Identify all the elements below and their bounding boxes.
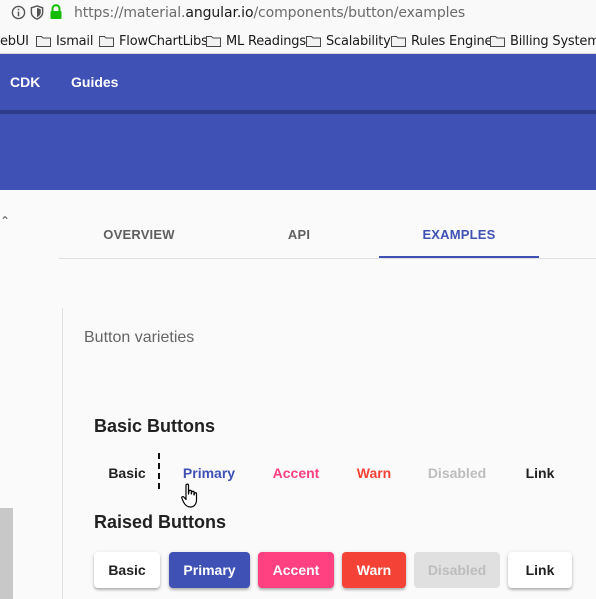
info-icon[interactable] (10, 4, 26, 20)
raised-buttons-heading: Raised Buttons (94, 512, 227, 532)
raised-basic-button[interactable]: Basic (94, 552, 160, 588)
basic-buttons-heading: Basic Buttons (94, 416, 216, 436)
app-toolbar: CDK Guides (0, 54, 596, 110)
bookmark-ml-readings[interactable]: ML Readings (206, 33, 306, 49)
raised-accent-button[interactable]: Accent (258, 552, 334, 588)
bookmark-label: Scalability (326, 33, 391, 49)
example-title: Button varieties (84, 329, 195, 346)
disabled-button: Disabled (427, 465, 487, 481)
bookmark-label: ebUI (0, 33, 29, 49)
tab-bar: OVERVIEW API EXAMPLES (59, 210, 596, 259)
accent-button[interactable]: Accent (258, 455, 334, 491)
bookmark-flowchartlibs[interactable]: FlowChartLibs (99, 33, 208, 49)
bookmark-label: Rules Engine (411, 33, 493, 49)
raised-link-button[interactable]: Link (508, 552, 572, 588)
secure-lock-icon[interactable] (48, 4, 64, 20)
browser-url-bar[interactable]: https://material.angular.io/components/b… (0, 0, 596, 28)
warn-button[interactable]: Warn (342, 455, 406, 491)
bookmarks-bar: ebUI Ismail FlowChartLibs ML Readings Sc… (0, 28, 596, 54)
raised-warn-button[interactable]: Warn (342, 552, 406, 588)
basic-button[interactable]: Basic (94, 455, 160, 491)
focus-outline (158, 453, 160, 489)
folder-icon (306, 36, 321, 47)
bookmark-label: Ismail (56, 33, 94, 49)
folder-icon (206, 36, 221, 47)
raised-disabled-button: Disabled (414, 552, 500, 588)
nav-cdk[interactable]: CDK (10, 74, 40, 90)
url-text[interactable]: https://material.angular.io/components/b… (74, 5, 465, 21)
folder-icon (36, 36, 51, 47)
bookmark-ismail[interactable]: Ismail (36, 33, 93, 49)
tab-examples[interactable]: EXAMPLES (379, 210, 539, 258)
bookmark-ebui[interactable]: ebUI (0, 33, 29, 49)
sidenav-scrollbar[interactable] (0, 508, 13, 599)
tab-api[interactable]: API (219, 210, 379, 258)
page-header-band (0, 114, 596, 190)
folder-icon (99, 36, 114, 47)
url-path: /components/button/examples (253, 5, 466, 21)
active-tab-indicator (379, 256, 539, 258)
nav-guides[interactable]: Guides (71, 74, 118, 90)
bookmark-billing-system[interactable]: Billing System (490, 33, 596, 49)
folder-icon (490, 36, 505, 47)
hand-cursor-icon (181, 483, 198, 508)
tab-overview[interactable]: OVERVIEW (59, 210, 219, 258)
chevron-up-icon[interactable]: ⌃ (0, 214, 10, 228)
url-prefix: https://material. (74, 5, 186, 21)
bookmark-label: FlowChartLibs (119, 33, 208, 49)
url-host: angular.io (185, 5, 254, 21)
tracking-shield-icon[interactable] (29, 4, 45, 20)
raised-primary-button[interactable]: Primary (169, 552, 250, 588)
folder-icon (391, 36, 406, 47)
link-button[interactable]: Link (508, 455, 572, 491)
bookmark-label: Billing System (510, 33, 596, 49)
bookmark-scalability[interactable]: Scalability (306, 33, 391, 49)
bookmark-label: ML Readings (226, 33, 306, 49)
bookmark-rules-engine[interactable]: Rules Engine (391, 33, 493, 49)
